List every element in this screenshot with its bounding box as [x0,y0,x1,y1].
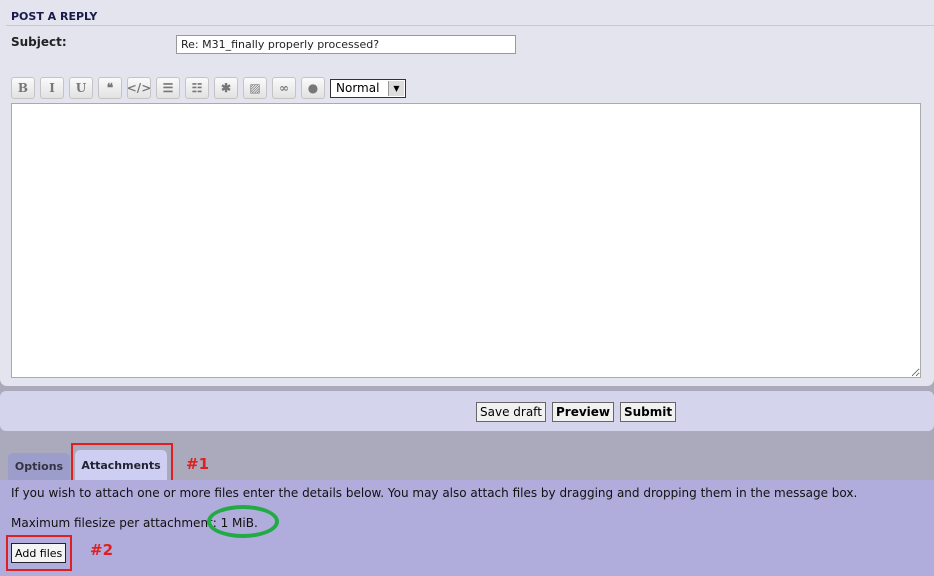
subject-label: Subject: [11,35,67,49]
save-draft-button[interactable]: Save draft [476,402,546,422]
submit-bar: Save draft Preview Submit [0,391,934,431]
annotation-ellipse [207,505,279,538]
color-icon: ● [307,81,319,95]
attachments-info: If you wish to attach one or more files … [11,486,858,500]
link-button[interactable]: ∞ [272,77,296,99]
list-icon: ☰ [162,81,174,95]
font-size-value: Normal [336,81,380,95]
annotation-box-1 [71,443,173,483]
annotation-label-2: #2 [90,541,114,559]
submit-button[interactable]: Submit [620,402,677,422]
font-size-select[interactable]: Normal ▼ [330,78,406,98]
chevron-down-icon: ▼ [388,80,404,96]
underline-icon: U [75,81,87,95]
italic-icon: I [49,81,55,95]
image-icon: ▨ [249,81,261,95]
annotation-label-1: #1 [186,455,210,473]
quote-button[interactable]: ❝ [98,77,122,99]
list-item-icon: ✱ [220,81,232,95]
list-button[interactable]: ☰ [156,77,180,99]
italic-button[interactable]: I [40,77,64,99]
post-reply-panel: POST A REPLY Subject: B I U ❝ </> ☰ ☷ ✱ ▨ ∞ ● Norma… [0,0,934,386]
preview-button[interactable]: Preview [552,402,615,422]
bold-icon: B [17,81,29,95]
formatting-toolbar: B I U ❝ </> ☰ ☷ ✱ ▨ ∞ ● Normal ▼ [11,77,406,99]
numbered-list-button[interactable]: ☷ [185,77,209,99]
code-icon: </> [126,81,152,95]
link-icon: ∞ [279,81,289,95]
underline-button[interactable]: U [69,77,93,99]
numbered-list-icon: ☷ [191,81,203,95]
annotation-box-2 [6,535,72,571]
message-textarea[interactable] [11,103,921,378]
list-item-button[interactable]: ✱ [214,77,238,99]
tab-options[interactable]: Options [8,453,70,480]
quote-icon: ❝ [106,81,114,95]
image-button[interactable]: ▨ [243,77,267,99]
bold-button[interactable]: B [11,77,35,99]
divider [6,25,934,26]
color-button[interactable]: ● [301,77,325,99]
subject-input[interactable] [176,35,516,54]
panel-title: POST A REPLY [11,10,98,23]
code-button[interactable]: </> [127,77,151,99]
